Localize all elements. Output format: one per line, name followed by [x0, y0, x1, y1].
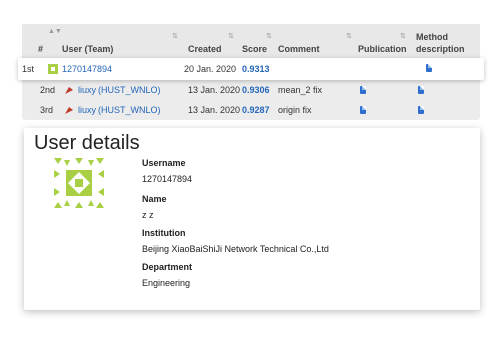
header-method-line1[interactable]: Method: [416, 32, 448, 42]
user-avatar-icon: [48, 64, 58, 74]
comment-cell: origin fix: [278, 105, 312, 115]
score-cell: 0.9313: [242, 64, 270, 74]
sort-icon[interactable]: ⇅: [346, 32, 352, 40]
username-label: Username: [142, 158, 186, 168]
created-cell: 20 Jan. 2020: [184, 64, 237, 74]
user-link[interactable]: liuxy: [78, 105, 96, 115]
header-comment[interactable]: Comment: [278, 44, 320, 54]
ranking-table: ▲▼ # User (Team) ⇅ Created ⇅ Score ⇅ Com…: [18, 24, 484, 120]
name-value: z z: [142, 210, 154, 220]
rank-cell: 1st: [22, 64, 35, 74]
header-user[interactable]: User (Team): [62, 44, 113, 54]
user-avatar-icon: [65, 107, 73, 114]
sort-icon[interactable]: ⇅: [172, 32, 178, 40]
comment-cell: mean_2 fix: [278, 85, 323, 95]
header-publication[interactable]: Publication: [358, 44, 407, 54]
sort-arrow-icon[interactable]: ▲▼: [48, 28, 62, 35]
team-link[interactable]: (HUST_WNLO): [98, 105, 161, 115]
created-cell: 13 Jan. 2020: [188, 105, 241, 115]
username-value: 1270147894: [142, 174, 193, 184]
table-row[interactable]: 3rd liuxy (HUST_WNLO) 13 Jan. 2020 0.928…: [22, 100, 480, 120]
method-description-doc-icon[interactable]: [418, 86, 424, 94]
sort-icon[interactable]: ⇅: [400, 32, 406, 40]
rank-cell: 2nd: [40, 85, 56, 95]
team-link[interactable]: (HUST_WNLO): [98, 85, 161, 95]
score-cell: 0.9287: [242, 105, 270, 115]
user-avatar-icon: [65, 87, 73, 94]
sort-icon[interactable]: ⇅: [266, 32, 272, 40]
publication-doc-icon[interactable]: [360, 106, 366, 114]
user-details-panel: User details Username 1270147894 Name z …: [24, 128, 480, 310]
department-label: Department: [142, 262, 193, 272]
user-identicon: [54, 158, 104, 208]
header-created[interactable]: Created: [188, 44, 222, 54]
header-method-line2[interactable]: description: [416, 44, 465, 54]
institution-label: Institution: [142, 228, 186, 238]
user-link[interactable]: 1270147894: [62, 64, 112, 74]
method-description-doc-icon[interactable]: [418, 106, 424, 114]
method-description-doc-icon[interactable]: [426, 64, 432, 72]
institution-value: Beijing XiaoBaiShiJi Network Technical C…: [142, 244, 329, 254]
table-row[interactable]: 1st 1270147894 20 Jan. 2020 0.9313: [18, 58, 484, 80]
score-cell: 0.9306: [242, 85, 270, 95]
user-link[interactable]: liuxy: [78, 85, 96, 95]
department-value: Engineering: [142, 278, 191, 288]
publication-doc-icon[interactable]: [360, 86, 366, 94]
name-label: Name: [142, 194, 167, 204]
table-row[interactable]: 2nd liuxy (HUST_WNLO) 13 Jan. 2020 0.930…: [22, 80, 480, 100]
user-details-title: User details: [34, 132, 140, 154]
created-cell: 13 Jan. 2020: [188, 85, 241, 95]
sort-icon[interactable]: ⇅: [228, 32, 234, 40]
header-rank[interactable]: #: [38, 44, 43, 54]
table-header: ▲▼ # User (Team) ⇅ Created ⇅ Score ⇅ Com…: [22, 24, 480, 59]
rank-cell: 3rd: [40, 105, 54, 115]
header-score[interactable]: Score: [242, 44, 267, 54]
